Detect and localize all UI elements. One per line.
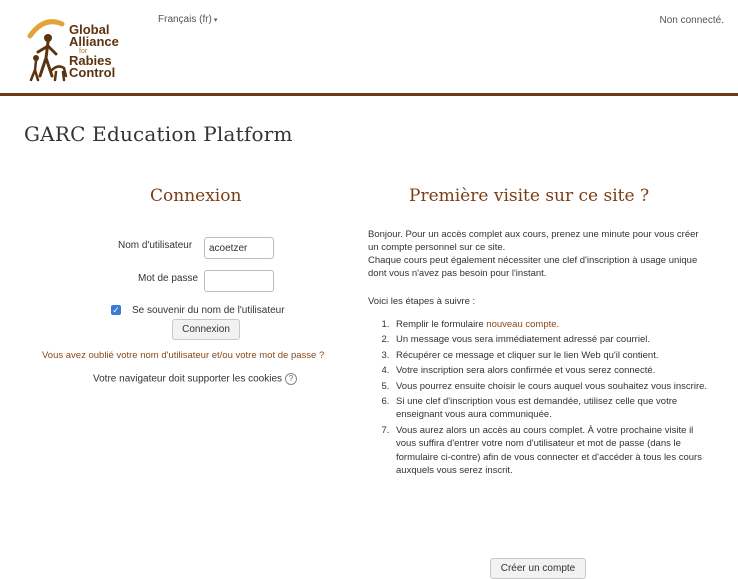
list-item: Remplir le formulaire nouveau compte. xyxy=(392,318,713,331)
password-input[interactable] xyxy=(204,270,274,292)
remember-label: Se souvenir du nom de l'utilisateur xyxy=(132,305,285,316)
caret-down-icon: ▾ xyxy=(213,17,218,24)
login-button[interactable]: Connexion xyxy=(172,319,240,340)
garc-logo[interactable]: Global Alliance for Rabies Control xyxy=(24,14,134,86)
username-input[interactable] xyxy=(204,237,274,259)
forgot-password-link[interactable]: Vous avez oublié votre nom d'utilisateur… xyxy=(42,350,324,361)
check-icon: ✓ xyxy=(112,305,120,315)
first-visit-heading: Première visite sur ce site ? xyxy=(409,186,650,206)
list-item: Votre inscription sera alors confirmée e… xyxy=(392,364,713,377)
logo-wordmark: Global Alliance for Rabies Control xyxy=(69,23,119,80)
new-account-link[interactable]: nouveau compte xyxy=(486,319,556,330)
list-item: Vous aurez alors un accès au cours compl… xyxy=(392,424,713,478)
header-divider xyxy=(0,93,738,96)
language-label: Français (fr) xyxy=(158,14,212,25)
language-menu[interactable]: Français (fr) ▾ xyxy=(158,14,217,25)
steps-label: Voici les étapes à suivre : xyxy=(368,296,476,307)
list-item: Récupérer ce message et cliquer sur le l… xyxy=(392,349,713,362)
login-heading: Connexion xyxy=(150,186,242,206)
cookies-text: Votre navigateur doit supporter les cook… xyxy=(93,373,282,385)
step-text: Remplir le formulaire xyxy=(396,319,487,330)
step-text: . xyxy=(556,319,560,330)
list-item: Vous pourrez ensuite choisir le cours au… xyxy=(392,380,713,393)
username-label: Nom d'utilisateur xyxy=(118,240,193,251)
list-item: Un message vous sera immédiatement adres… xyxy=(392,333,713,346)
logo-figures-icon xyxy=(27,19,68,82)
logo-line: Control xyxy=(69,65,116,80)
page-header: Global Alliance for Rabies Control Franç… xyxy=(0,0,738,94)
page-title: GARC Education Platform xyxy=(24,122,293,146)
login-status: Non connecté. xyxy=(659,15,725,26)
first-visit-intro: Bonjour. Pour un accès complet aux cours… xyxy=(368,228,708,280)
cookies-note: Votre navigateur doit supporter les cook… xyxy=(93,373,297,385)
intro-paragraph: Bonjour. Pour un accès complet aux cours… xyxy=(368,229,699,253)
remember-checkbox[interactable]: ✓ xyxy=(111,305,121,315)
logo-line: Alliance xyxy=(69,34,119,49)
list-item: Si une clef d'inscription vous est deman… xyxy=(392,395,713,422)
intro-paragraph: Chaque cours peut également nécessiter u… xyxy=(368,255,698,279)
password-label: Mot de passe xyxy=(138,273,199,284)
steps-list: Remplir le formulaire nouveau compte. Un… xyxy=(368,318,713,479)
help-icon[interactable]: ? xyxy=(285,373,297,385)
